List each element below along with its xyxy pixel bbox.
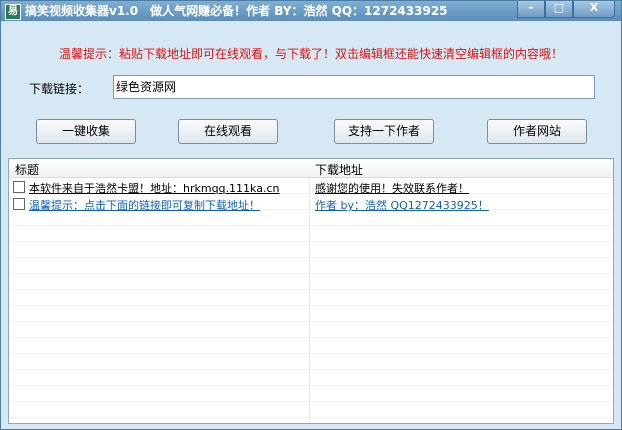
- column-header-url[interactable]: 下载地址: [315, 161, 363, 178]
- window-title: 搞笑视频收集器v1.0 做人气网赚必备！作者 BY：浩然 QQ：12724339…: [25, 4, 448, 18]
- title-bar[interactable]: 易 搞笑视频收集器v1.0 做人气网赚必备！作者 BY：浩然 QQ：127243…: [1, 1, 621, 21]
- collect-button[interactable]: 一键收集: [36, 119, 136, 144]
- list-header: 标题 下载地址: [9, 159, 613, 178]
- author-site-button[interactable]: 作者网站: [487, 119, 587, 144]
- row-title[interactable]: 本软件来自于浩然卡盟！地址：hrkmqq.111ka.cn: [29, 180, 279, 196]
- column-header-title[interactable]: 标题: [15, 161, 39, 178]
- minimize-button[interactable]: –: [517, 1, 545, 18]
- tip-text: 温馨提示：粘贴下载地址即可在线观看，与下载了！双击编辑框还能快速清空编辑框的内容…: [58, 47, 563, 61]
- list-row[interactable]: 本软件来自于浩然卡盟！地址：hrkmqq.111ka.cn 感谢您的使用！失效联…: [9, 179, 613, 195]
- list-row[interactable]: 温馨提示：点击下面的链接即可复制下载地址！ 作者 by：浩然 QQ1272433…: [9, 196, 613, 212]
- link-label: 下载链接：: [29, 82, 90, 96]
- row-url[interactable]: 感谢您的使用！失效联系作者！: [315, 180, 469, 196]
- result-list[interactable]: 标题 下载地址 本软件来自于浩然卡盟！地址：hrkmqq.111ka.cn 感谢…: [8, 158, 614, 424]
- row-url[interactable]: 作者 by：浩然 QQ1272433925！: [315, 197, 489, 213]
- watch-online-button[interactable]: 在线观看: [178, 119, 278, 144]
- support-author-button[interactable]: 支持一下作者: [334, 119, 434, 144]
- close-button[interactable]: X: [573, 1, 615, 18]
- maximize-button[interactable]: □: [545, 1, 573, 18]
- row-title[interactable]: 温馨提示：点击下面的链接即可复制下载地址！: [29, 197, 260, 213]
- main-window: 易 搞笑视频收集器v1.0 做人气网赚必备！作者 BY：浩然 QQ：127243…: [0, 0, 622, 430]
- app-icon: 易: [5, 4, 21, 20]
- link-input[interactable]: 绿色资源网: [113, 75, 595, 99]
- row-checkbox[interactable]: [13, 181, 25, 193]
- row-checkbox[interactable]: [13, 198, 25, 210]
